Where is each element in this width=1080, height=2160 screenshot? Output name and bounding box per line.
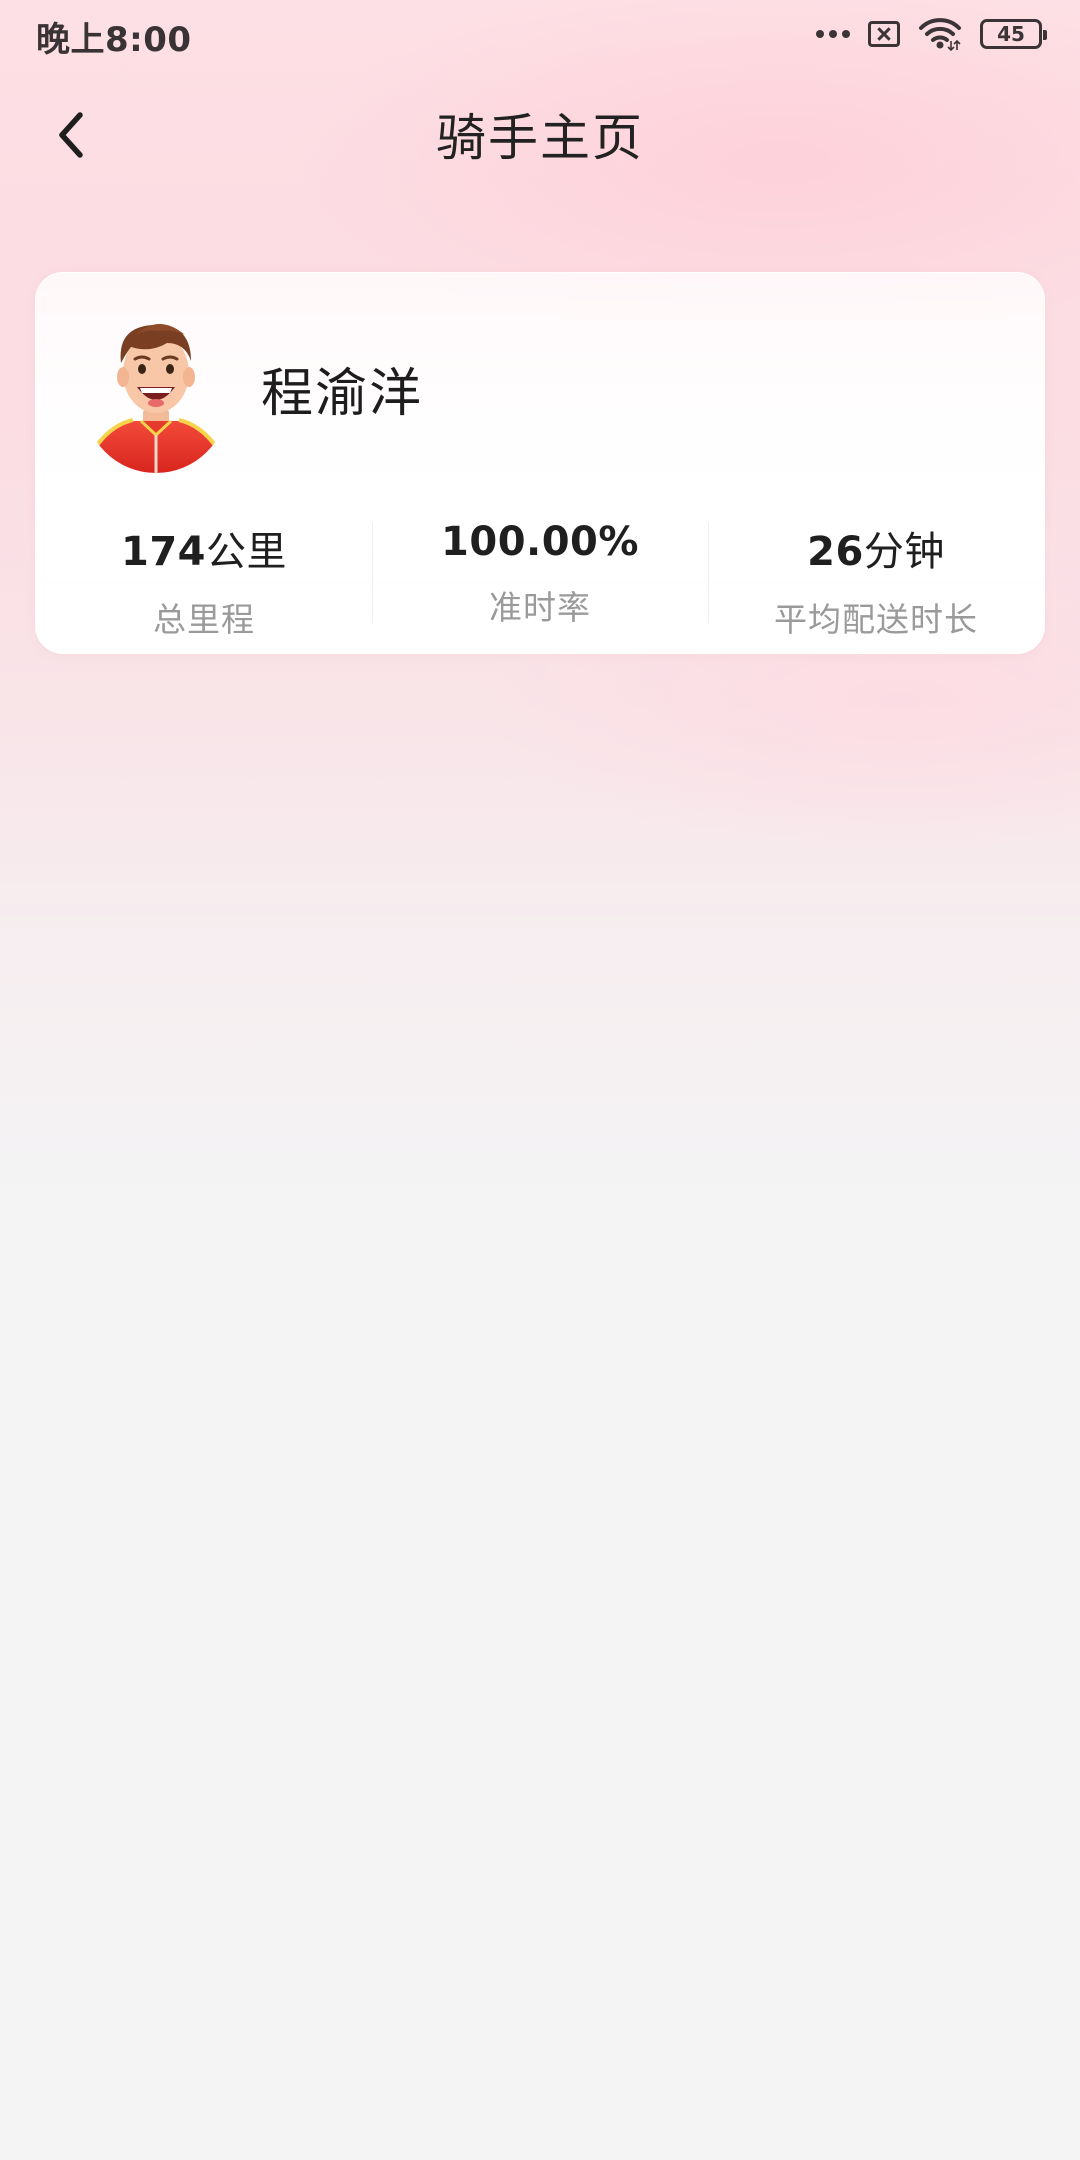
status-bar: 晚上8:00 45: [0, 0, 1080, 68]
page-title: 骑手主页: [436, 109, 644, 167]
stat-number: 26: [807, 529, 864, 575]
stat-number: 100.00%: [441, 519, 639, 565]
rider-profile-card: 程渝洋 174公里 总里程 100.00% 准时率 26分钟 平均配送时长: [35, 272, 1045, 654]
stats-row: 174公里 总里程 100.00% 准时率 26分钟 平均配送时长: [36, 513, 1044, 639]
stat-unit: 公里: [206, 529, 287, 575]
stat-unit: 分钟: [863, 529, 945, 575]
stat-value: 174公里: [36, 519, 372, 577]
stat-label: 平均配送时长: [774, 600, 978, 639]
no-sim-icon: [868, 21, 900, 47]
stat-value: 26分钟: [708, 519, 1044, 577]
stat-avg-delivery-time: 26分钟 平均配送时长: [708, 513, 1044, 639]
stat-value: 100.00%: [372, 519, 708, 565]
stat-total-distance: 174公里 总里程: [36, 513, 372, 639]
battery-icon: 45: [980, 19, 1047, 49]
avatar: [81, 313, 231, 473]
stat-label: 总里程: [153, 600, 255, 639]
stat-label: 准时率: [489, 588, 591, 627]
status-icons: 45: [816, 14, 1047, 54]
stat-number: 174: [121, 529, 206, 575]
rider-name: 程渝洋: [261, 364, 424, 424]
nav-bar: 骑手主页: [0, 80, 1080, 190]
wifi-icon: [919, 18, 961, 51]
status-time: 晚上8:00: [36, 20, 192, 60]
more-dots-icon: [816, 30, 850, 38]
stat-on-time-rate: 100.00% 准时率: [372, 513, 708, 627]
battery-level: 45: [997, 22, 1025, 46]
